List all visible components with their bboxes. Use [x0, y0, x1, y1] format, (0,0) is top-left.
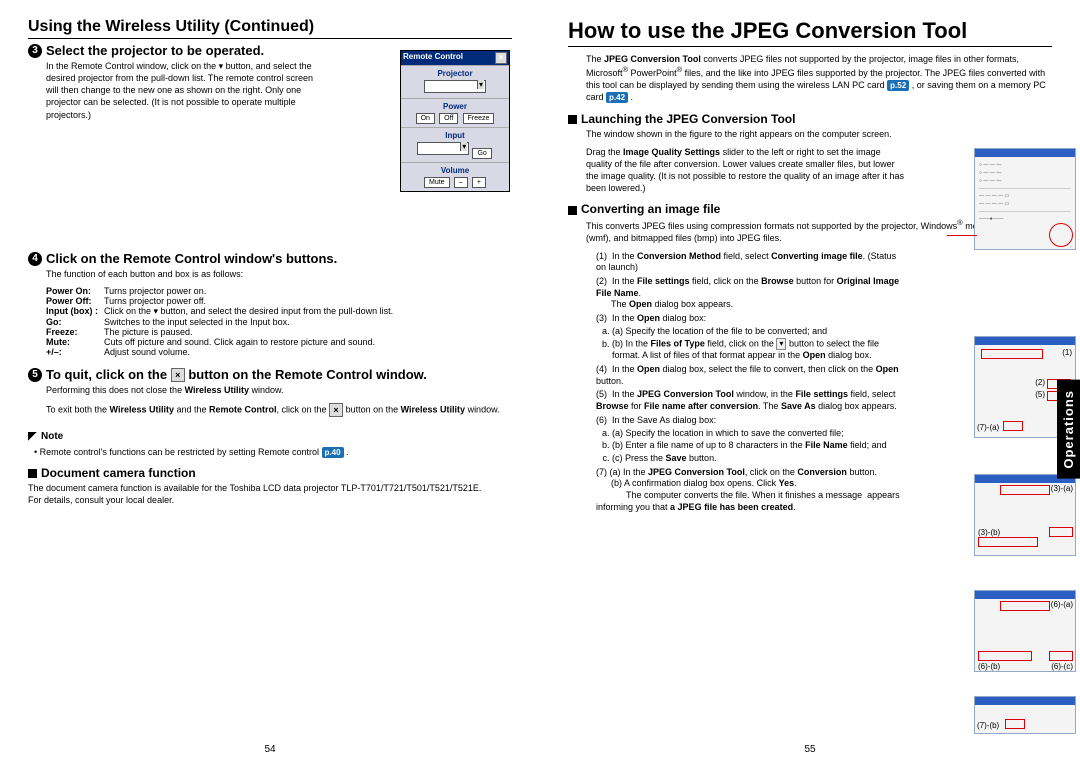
doccam-heading: Document camera function [28, 466, 512, 480]
page-ref-42: p.42 [606, 92, 628, 103]
note-icon [28, 432, 37, 441]
right-intro: The JPEG Conversion Tool converts JPEG f… [586, 53, 1052, 104]
step4-num: 4 [28, 252, 42, 266]
step4-intro: The function of each button and box is a… [46, 268, 512, 280]
input-label: Input [405, 131, 505, 140]
step3-title: Select the projector to be operated. [46, 43, 264, 58]
saveas-dialog-screenshot: (6)-(a) (6)-(b) (6)-(c) [974, 590, 1076, 672]
confirm-dialog-screenshot: (7)-(b) [974, 696, 1076, 734]
convert-intro: This converts JPEG files using compressi… [586, 218, 1006, 244]
page-ref-52: p.52 [887, 80, 909, 91]
note-label: Note [28, 431, 63, 442]
step3-num: 3 [28, 44, 42, 58]
left-title: Using the Wireless Utility (Continued) [28, 18, 512, 39]
launch-screenshot: ○ — — —○ — — —○ — — — — — — — ▭— — — — ▭… [974, 148, 1076, 250]
open-dialog-screenshot: (3)-(a) (3)-(b) (4) [974, 474, 1076, 556]
input-select[interactable] [417, 142, 469, 155]
note-text: • Remote control's functions can be rest… [34, 446, 512, 458]
step5-body2: To exit both the Wireless Utility and th… [46, 403, 512, 417]
step4-title: Click on the Remote Control window's but… [46, 251, 337, 266]
power-on-button[interactable]: On [416, 113, 435, 124]
go-button[interactable]: Go [472, 148, 491, 159]
right-page: How to use the JPEG Conversion Tool The … [540, 0, 1080, 763]
projector-label: Projector [405, 69, 505, 78]
remote-title-text: Remote Control [403, 52, 463, 64]
freeze-button[interactable]: Freeze [463, 113, 495, 124]
page-num-right: 55 [804, 744, 815, 755]
launch-p2: Drag the Image Quality Settings slider t… [586, 146, 908, 195]
convert-steps: (1) In the Conversion Method field, sele… [596, 251, 908, 514]
close-icon: × [329, 403, 343, 417]
launch-heading: Launching the JPEG Conversion Tool [568, 112, 1052, 126]
left-page: Using the Wireless Utility (Continued) 3… [0, 0, 540, 763]
projector-select[interactable] [424, 80, 486, 93]
step3-body: In the Remote Control window, click on t… [46, 60, 326, 121]
step4: 4 Click on the Remote Control window's b… [28, 251, 512, 266]
remote-control-mock: Remote Control × Projector Power On Off … [400, 50, 510, 192]
step5-body1: Performing this does not close the Wirel… [46, 384, 512, 396]
page-num-left: 54 [264, 744, 275, 755]
right-title: How to use the JPEG Conversion Tool [568, 18, 1052, 47]
power-label: Power [405, 102, 505, 111]
page-ref-40: p.40 [322, 447, 344, 458]
step5: 5 To quit, click on the × button on the … [28, 367, 512, 383]
close-icon: × [171, 368, 185, 382]
launch-p1: The window shown in the figure to the ri… [586, 128, 908, 140]
doccam-body: The document camera function is availabl… [28, 482, 512, 506]
vol-down-button[interactable]: – [454, 177, 468, 188]
step5-num: 5 [28, 368, 42, 382]
step4-table: Power On:Turns projector power on.Power … [46, 286, 399, 357]
mute-button[interactable]: Mute [424, 177, 450, 188]
vol-up-button[interactable]: + [472, 177, 486, 188]
volume-label: Volume [405, 166, 505, 175]
close-icon[interactable]: × [495, 52, 507, 64]
step5-title: To quit, click on the × button on the Re… [46, 367, 427, 383]
side-tab: Operations [1057, 380, 1080, 479]
power-off-button[interactable]: Off [439, 113, 458, 124]
